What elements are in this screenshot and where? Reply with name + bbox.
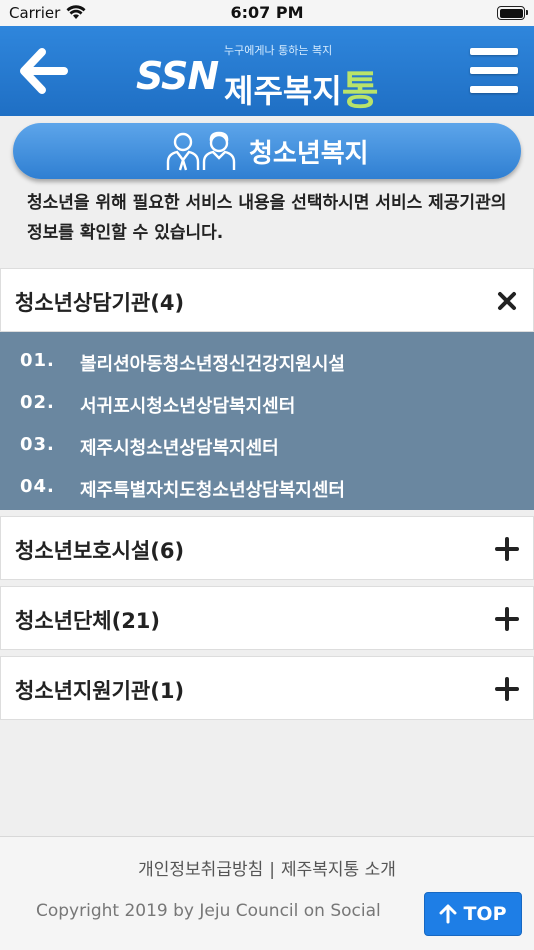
plus-icon[interactable] (493, 605, 521, 633)
item-name: 제주특별자치도청소년상담복지센터 (80, 480, 345, 501)
battery-icon (497, 6, 528, 20)
category-header-counseling[interactable]: 청소년상담기관(4) (0, 268, 534, 332)
app-logo[interactable]: SSN 누구에게나 통하는 복지 제주복지통 (136, 40, 398, 114)
list-item[interactable]: 04. 제주특별자치도청소년상담복지센터 (0, 466, 534, 508)
plus-icon[interactable] (493, 535, 521, 563)
category-title: 청소년지원기관(1) (15, 679, 185, 703)
back-button[interactable] (16, 46, 70, 96)
scroll-top-button[interactable]: TOP (424, 892, 522, 936)
privacy-policy-link[interactable]: 개인정보취급방침 (138, 860, 263, 880)
item-number: 03. (20, 434, 55, 455)
category-title: 청소년단체(21) (15, 609, 161, 633)
category-header-organizations[interactable]: 청소년단체(21) (0, 586, 534, 650)
list-item[interactable]: 03. 제주시청소년상담복지센터 (0, 424, 534, 466)
category-accordion: 청소년상담기관(4) 01. 볼리션아동청소년정신건강지원시설 02. 서귀포시… (0, 268, 534, 726)
people-icon (166, 131, 236, 171)
about-link[interactable]: 제주복지통 소개 (281, 860, 396, 880)
arrow-up-icon (439, 904, 457, 924)
footer: 개인정보취급방침 | 제주복지통 소개 Copyright 2019 by Jeju… (0, 836, 534, 950)
category-item-list: 01. 볼리션아동청소년정신건강지원시설 02. 서귀포시청소년상담복지센터 0… (0, 332, 534, 510)
footer-links: 개인정보취급방침 | 제주복지통 소개 (0, 855, 534, 880)
list-item[interactable]: 02. 서귀포시청소년상담복지센터 (0, 382, 534, 424)
menu-button[interactable] (470, 48, 518, 94)
page-title-banner: 청소년복지 (13, 123, 521, 179)
logo-brand: 제주복지통 (224, 56, 379, 114)
category-title: 청소년상담기관(4) (15, 291, 185, 315)
list-item[interactable]: 01. 볼리션아동청소년정신건강지원시설 (0, 340, 534, 382)
item-name: 서귀포시청소년상담복지센터 (80, 396, 296, 417)
close-icon[interactable] (493, 287, 521, 315)
item-name: 볼리션아동청소년정신건강지원시설 (80, 354, 345, 375)
footer-separator: | (269, 860, 275, 880)
page-title: 청소년복지 (249, 139, 369, 169)
item-number: 04. (20, 476, 55, 497)
item-name: 제주시청소년상담복지센터 (80, 438, 279, 459)
intro-text: 청소년을 위해 필요한 서비스 내용을 선택하시면 서비스 제공기관의 정보를 … (27, 193, 507, 243)
category-header-support[interactable]: 청소년지원기관(1) (0, 656, 534, 720)
item-number: 02. (20, 392, 55, 413)
clock: 6:07 PM (230, 3, 304, 22)
status-bar: Carrier 6:07 PM (0, 0, 534, 26)
scroll-top-label: TOP (463, 903, 507, 925)
back-arrow-icon (20, 48, 68, 94)
logo-brand-accent: 통 (341, 68, 379, 114)
copyright-text: Copyright 2019 by Jeju Council on Social (36, 901, 381, 921)
category-title: 청소년보호시설(6) (15, 539, 185, 563)
category-header-shelter[interactable]: 청소년보호시설(6) (0, 516, 534, 580)
logo-brand-main: 제주복지 (224, 72, 342, 110)
item-number: 01. (20, 350, 55, 371)
logo-ssn: SSN (136, 54, 219, 98)
app-header: SSN 누구에게나 통하는 복지 제주복지통 (0, 26, 534, 116)
plus-icon[interactable] (493, 675, 521, 703)
